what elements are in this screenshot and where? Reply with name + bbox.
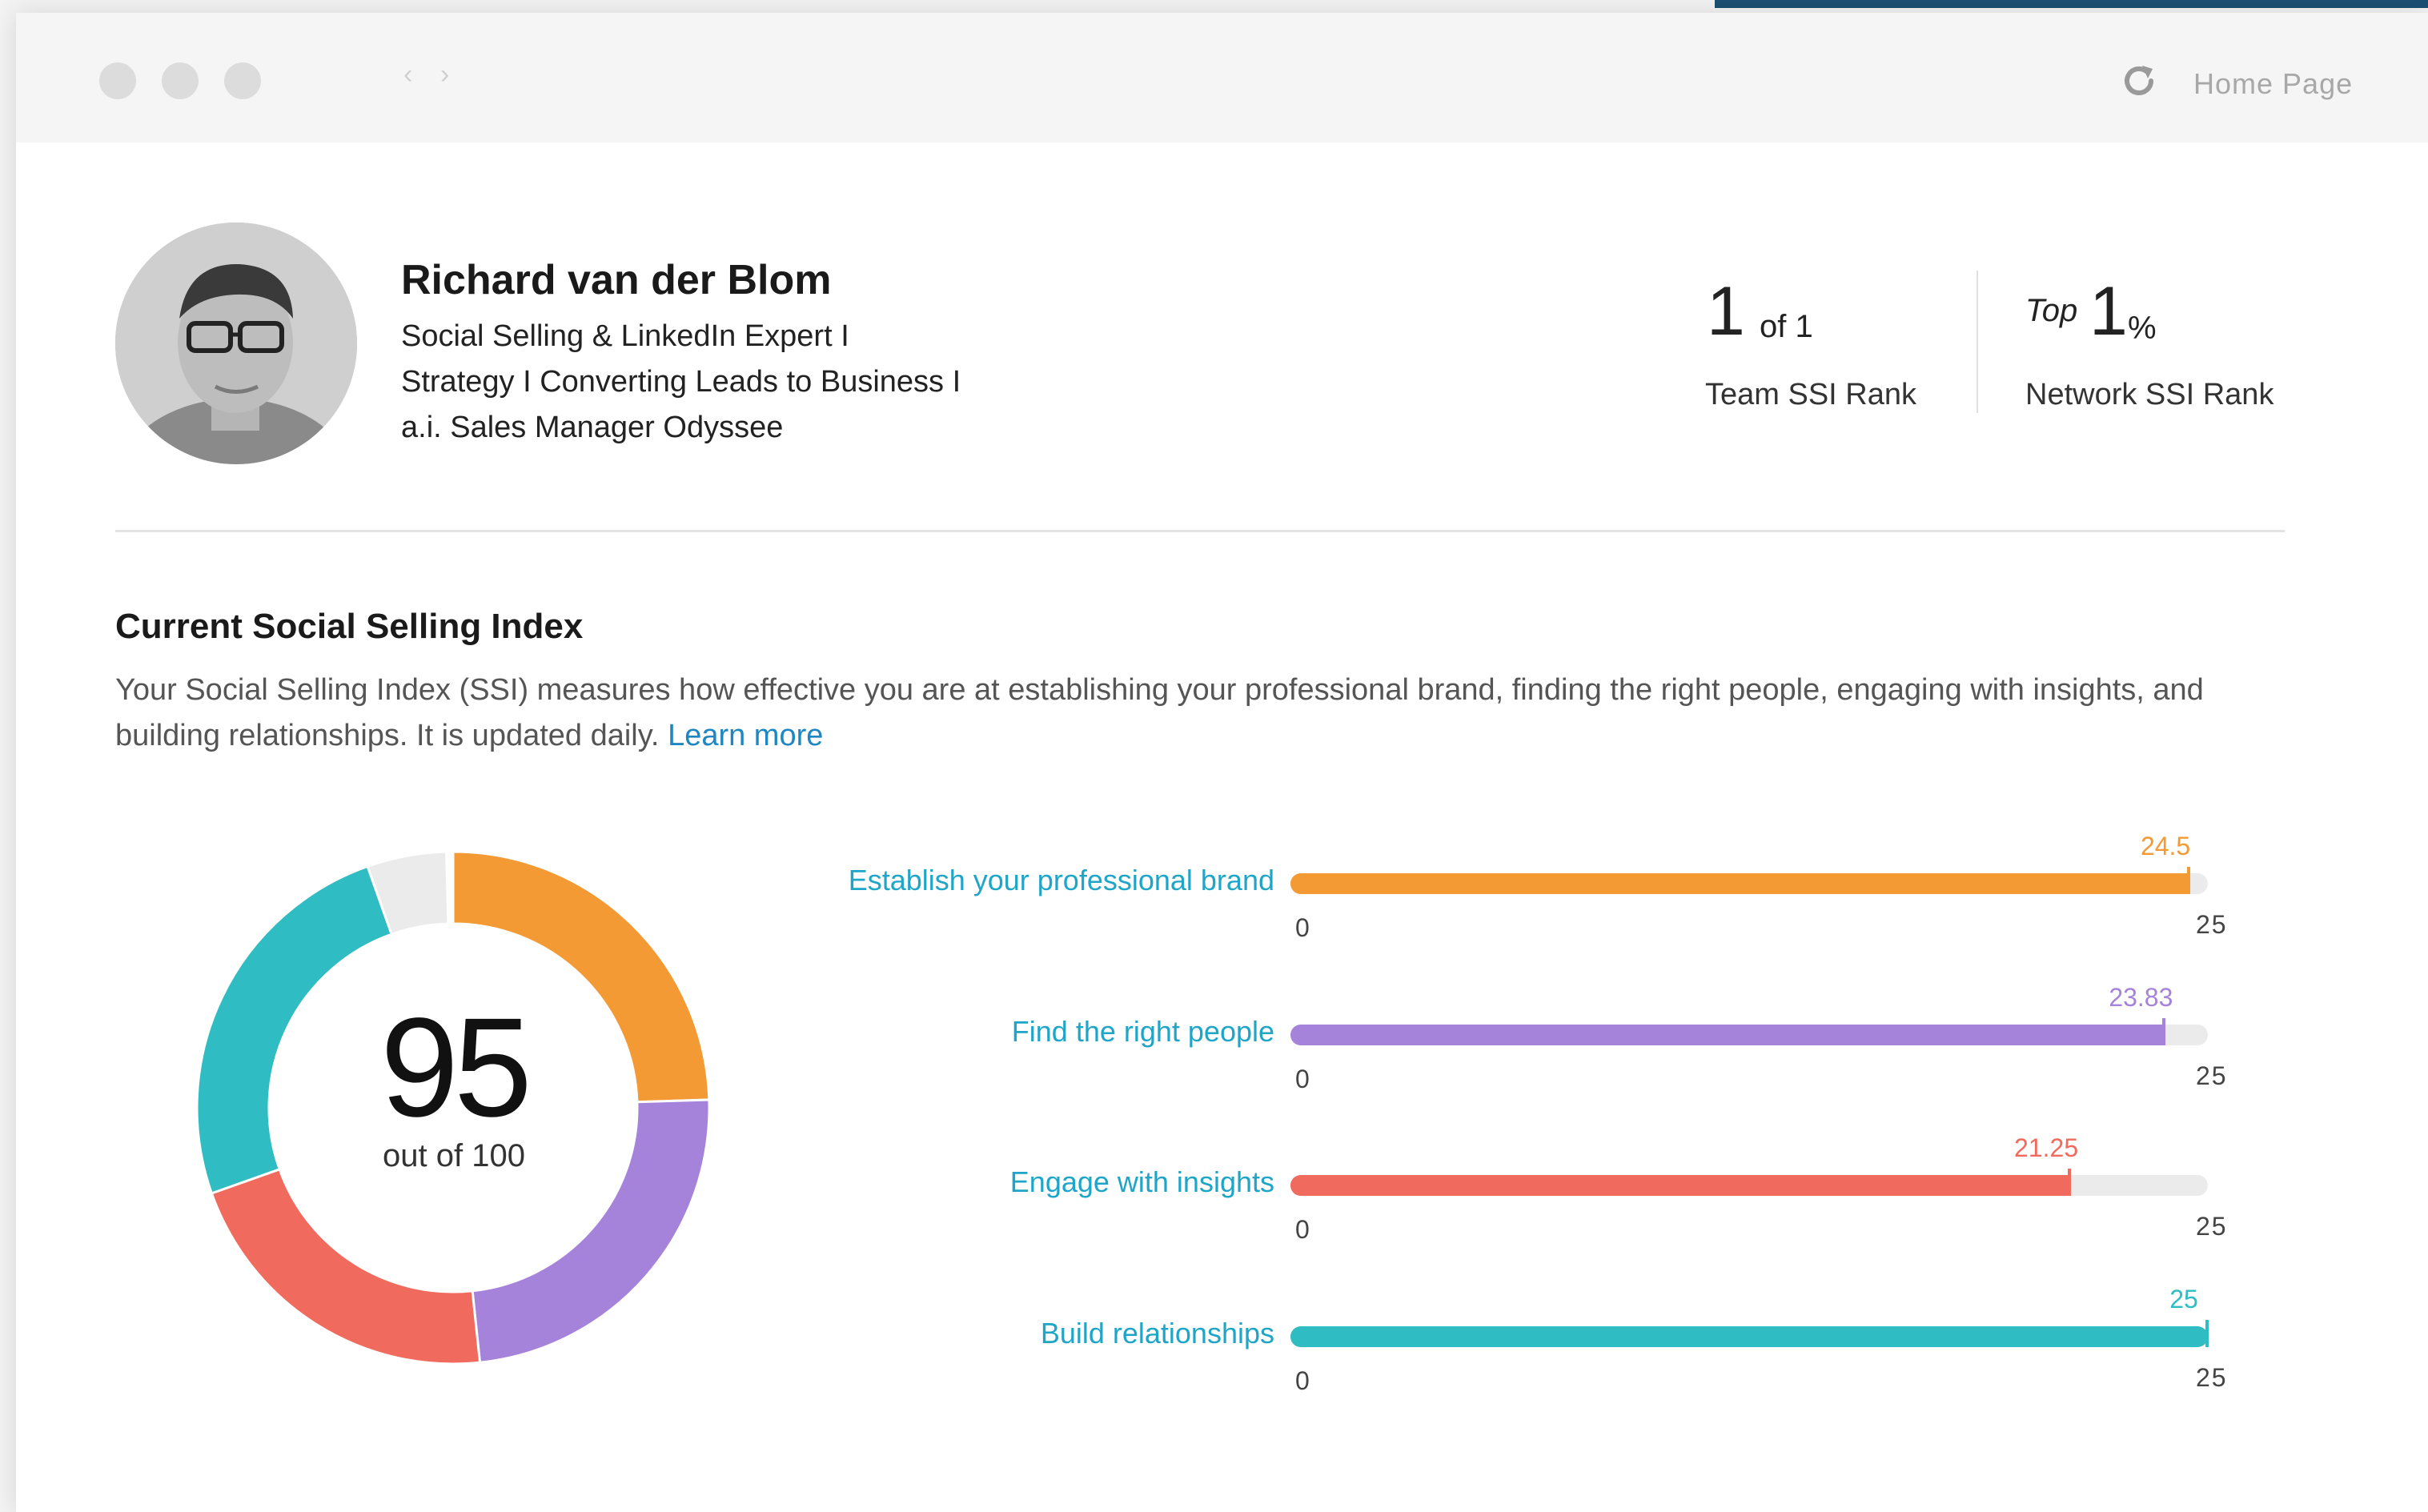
- bar-label: Find the right people: [1011, 1015, 1274, 1048]
- axis-max-label: 25: [2196, 1363, 2228, 1392]
- window-close-dot[interactable]: [99, 62, 136, 99]
- bar-fill: [1290, 1025, 2165, 1045]
- bar-value-label: 25: [2169, 1285, 2198, 1313]
- section-title: Current Social Selling Index: [115, 607, 584, 646]
- chevron-right-icon[interactable]: ›: [440, 61, 449, 88]
- bar-label: Build relationships: [1040, 1317, 1274, 1350]
- bar-value-label: 21.25: [2014, 1133, 2079, 1162]
- bar-track: [1290, 1018, 2208, 1045]
- axis-min-label: 0: [1295, 1366, 1310, 1395]
- bar-marker: [2187, 867, 2191, 894]
- axis-min-label: 0: [1295, 1065, 1310, 1093]
- accent-strip: [1715, 0, 2428, 8]
- bar-marker: [2205, 1320, 2209, 1347]
- ssi-score-max: out of 100: [383, 1138, 525, 1173]
- ssi-description: Your Social Selling Index (SSI) measures…: [115, 668, 2309, 759]
- bar-fill: [1290, 1326, 2208, 1347]
- axis-min-label: 0: [1295, 1215, 1310, 1244]
- bar-value-label: 23.83: [2109, 983, 2173, 1012]
- ssi-score: 95: [380, 989, 532, 1146]
- bar-fill: [1290, 1175, 2071, 1196]
- team-rank-suffix: of 1: [1760, 309, 1813, 344]
- headline-line: Social Selling & LinkedIn Expert I: [401, 319, 849, 353]
- axis-max-label: 25: [2196, 1212, 2228, 1241]
- description-text: Your Social Selling Index (SSI) measures…: [115, 673, 2204, 752]
- bar-track: [1290, 1169, 2208, 1196]
- team-rank-value: 1: [1707, 273, 1745, 350]
- network-rank-label: Network SSI Rank: [2025, 378, 2274, 411]
- network-rank-suffix: %: [2128, 311, 2157, 346]
- axis-max-label: 25: [2196, 1061, 2228, 1090]
- axis-min-label: 0: [1295, 913, 1310, 942]
- profile-headline: Social Selling & LinkedIn Expert I Strat…: [401, 314, 1122, 451]
- avatar: [115, 223, 357, 464]
- bar-fill: [1290, 873, 2190, 894]
- bar-value-label: 24.5: [2140, 832, 2191, 860]
- bar-label: Establish your professional brand: [848, 864, 1274, 896]
- window-minimize-dot[interactable]: [162, 62, 199, 99]
- network-rank-prefix: Top: [2025, 293, 2078, 328]
- headline-line: Strategy I Converting Leads to Business …: [401, 365, 961, 399]
- titlebar: ‹ › Home Page: [16, 13, 2428, 142]
- chevron-left-icon[interactable]: ‹: [403, 61, 412, 88]
- donut-slice-insights: [210, 1167, 482, 1366]
- home-page-link[interactable]: Home Page: [2193, 67, 2353, 101]
- reload-icon[interactable]: [2117, 59, 2161, 102]
- team-rank-label: Team SSI Rank: [1705, 378, 1916, 411]
- window-maximize-dot[interactable]: [224, 62, 261, 99]
- divider: [115, 530, 2285, 532]
- bar-track: [1290, 1320, 2209, 1347]
- bar-track: [1290, 867, 2208, 894]
- bar-marker: [2162, 1018, 2166, 1045]
- learn-more-link[interactable]: Learn more: [668, 719, 823, 752]
- bar-marker: [2068, 1169, 2072, 1196]
- profile-name: Richard van der Blom: [401, 257, 832, 303]
- rank-divider: [1977, 271, 1978, 413]
- browser-window: ‹ › Home Page Richard van der Blom Socia…: [16, 13, 2428, 1512]
- network-rank-value: 1: [2089, 273, 2128, 350]
- bar-label: Engage with insights: [1009, 1165, 1274, 1198]
- axis-max-label: 25: [2196, 910, 2228, 939]
- headline-line: a.i. Sales Manager Odyssee: [401, 411, 784, 444]
